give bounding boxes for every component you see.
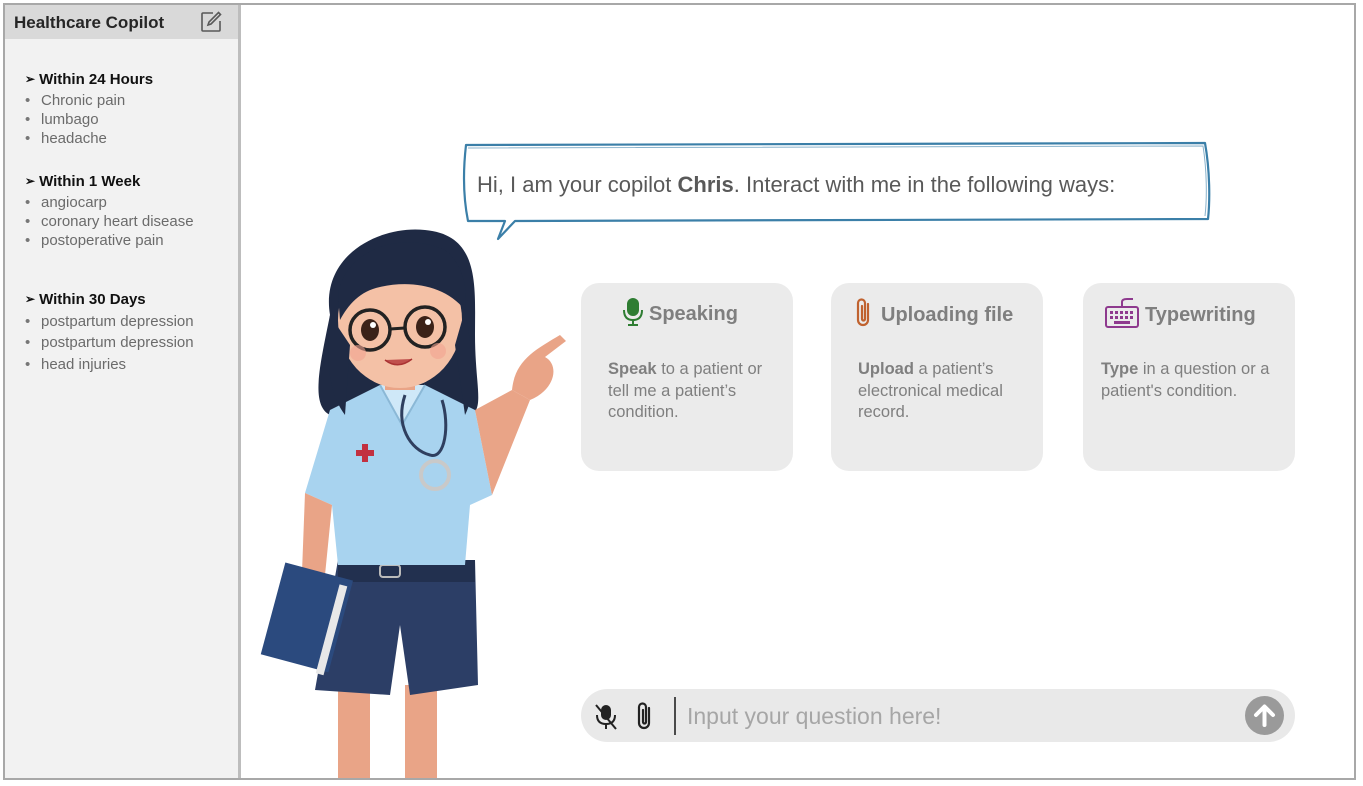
chevron-right-icon: ➢ [25,72,36,86]
group-title: Within 30 Days [39,290,146,308]
paperclip-icon [853,297,875,334]
arrow-up-icon[interactable] [1245,696,1284,735]
app-title: Healthcare Copilot [14,13,165,32]
card-title: Uploading file [881,304,1014,326]
group-title: Within 24 Hours [39,70,154,88]
edit-icon[interactable] [199,10,223,34]
speech-bubble: Hi, I am your copilot Chris. Interact wi… [460,141,1211,241]
card-description: Upload a patient’s electronical medical … [858,360,1003,421]
card-description: Speak to a patient or tell me a patient’… [608,360,763,421]
chevron-right-icon: ➢ [25,292,36,306]
copilot-avatar [260,229,566,778]
app-window: Healthcare Copilot ➢Within 24 Hours Chro… [3,3,1356,780]
history-item[interactable]: head injuries [25,354,194,376]
history-item[interactable]: Chronic pain [25,91,153,110]
chat-input-bar [581,689,1295,742]
card-title: Speaking [649,303,738,325]
microphone-icon [623,297,643,332]
question-input[interactable] [685,695,1229,737]
chevron-right-icon: ➢ [25,174,36,188]
typewriting-card[interactable]: Typewriting Type in a question or a pati… [1083,283,1295,471]
history-item[interactable]: postpartum depression [25,311,194,332]
greeting-text: Hi, I am your copilot Chris. Interact wi… [477,172,1116,197]
history-item[interactable]: postoperative pain [25,231,194,250]
history-group-30d: ➢Within 30 Days postpartum depression po… [25,289,194,377]
card-description: Type in a question or a patient's condit… [1101,360,1270,400]
mic-off-icon[interactable] [594,703,618,730]
card-title: Typewriting [1145,304,1256,326]
history-item[interactable]: angiocarp [25,193,194,212]
history-group-24h: ➢Within 24 Hours Chronic pain lumbago he… [25,69,154,149]
speaking-card[interactable]: Speaking Speak to a patient or tell me a… [581,283,793,471]
history-item[interactable]: postpartum depression [25,332,194,354]
copilot-name: Chris [677,172,734,197]
uploading-file-card[interactable]: Uploading file Upload a patient’s electr… [831,283,1043,471]
input-divider [674,697,676,735]
history-group-1w: ➢Within 1 Week angiocarp coronary heart … [25,171,194,251]
keyboard-icon [1105,297,1139,334]
sidebar: Healthcare Copilot ➢Within 24 Hours Chro… [5,5,241,778]
sidebar-header: Healthcare Copilot [5,5,238,39]
history-item[interactable]: headache [25,129,153,148]
history-item[interactable]: lumbago [25,110,153,129]
paperclip-icon[interactable] [634,701,656,731]
group-title: Within 1 Week [39,172,141,190]
history-item[interactable]: coronary heart disease [25,212,194,231]
